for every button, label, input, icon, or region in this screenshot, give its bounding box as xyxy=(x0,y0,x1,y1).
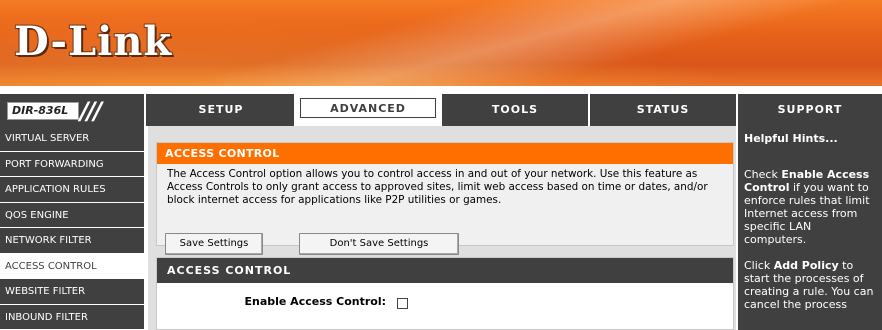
tab-support[interactable]: SUPPORT xyxy=(738,94,882,126)
tab-status[interactable]: STATUS xyxy=(590,94,738,126)
sidebar-item-website-filter[interactable]: WEBSITE FILTER xyxy=(0,279,144,305)
save-settings-button[interactable]: Save Settings xyxy=(165,233,263,255)
settings-title: ACCESS CONTROL xyxy=(157,258,733,283)
hints-title: Helpful Hints... xyxy=(744,132,838,145)
main-content: ACCESS CONTROL The Access Control option… xyxy=(148,126,736,330)
tab-setup[interactable]: SETUP xyxy=(148,94,296,126)
enable-access-control-row: Enable Access Control: xyxy=(157,294,735,314)
tab-advanced-label: ADVANCED xyxy=(300,98,436,118)
hint-enable-access-control: Check Enable Access Control if you want … xyxy=(744,168,876,246)
intro-panel: ACCESS CONTROL The Access Control option… xyxy=(156,142,734,255)
hint1-prefix: Check xyxy=(744,168,782,181)
hint-add-policy: Click Add Policy to start the processes … xyxy=(744,259,876,311)
sidebar-item-access-control[interactable]: ACCESS CONTROL xyxy=(0,253,144,279)
dont-save-settings-button[interactable]: Don't Save Settings xyxy=(299,233,459,255)
enable-access-control-label: Enable Access Control: xyxy=(244,295,386,308)
sidebar: VIRTUAL SERVER PORT FORWARDING APPLICATI… xyxy=(0,126,146,330)
banner-divider xyxy=(0,86,882,92)
sidebar-item-application-rules[interactable]: APPLICATION RULES xyxy=(0,177,144,203)
hint2-prefix: Click xyxy=(744,259,774,272)
sidebar-item-port-forwarding[interactable]: PORT FORWARDING xyxy=(0,152,144,177)
sidebar-item-qos-engine[interactable]: QOS ENGINE xyxy=(0,203,144,228)
helpful-hints: Helpful Hints... Check Enable Access Con… xyxy=(738,126,882,330)
sidebar-item-virtual-server[interactable]: VIRTUAL SERVER xyxy=(0,126,144,152)
model-slashes: /// xyxy=(80,97,102,125)
sidebar-item-network-filter[interactable]: NETWORK FILTER xyxy=(0,228,144,254)
tab-tools[interactable]: TOOLS xyxy=(442,94,590,126)
intro-title: ACCESS CONTROL xyxy=(157,143,733,164)
model-name: DIR-836L xyxy=(7,102,79,120)
tab-advanced[interactable]: ADVANCED xyxy=(296,94,442,126)
settings-panel: ACCESS CONTROL Enable Access Control: xyxy=(156,257,734,330)
model-badge: DIR-836L /// xyxy=(0,94,146,126)
top-nav: DIR-836L /// SETUP ADVANCED TOOLS STATUS… xyxy=(0,92,882,126)
header-banner: D-Link xyxy=(0,0,882,92)
dlink-logo: D-Link xyxy=(14,18,173,65)
enable-access-control-checkbox[interactable] xyxy=(397,298,408,309)
hint2-bold: Add Policy xyxy=(773,259,839,272)
intro-description: The Access Control option allows you to … xyxy=(167,168,708,206)
sidebar-item-inbound-filter[interactable]: INBOUND FILTER xyxy=(0,305,144,330)
